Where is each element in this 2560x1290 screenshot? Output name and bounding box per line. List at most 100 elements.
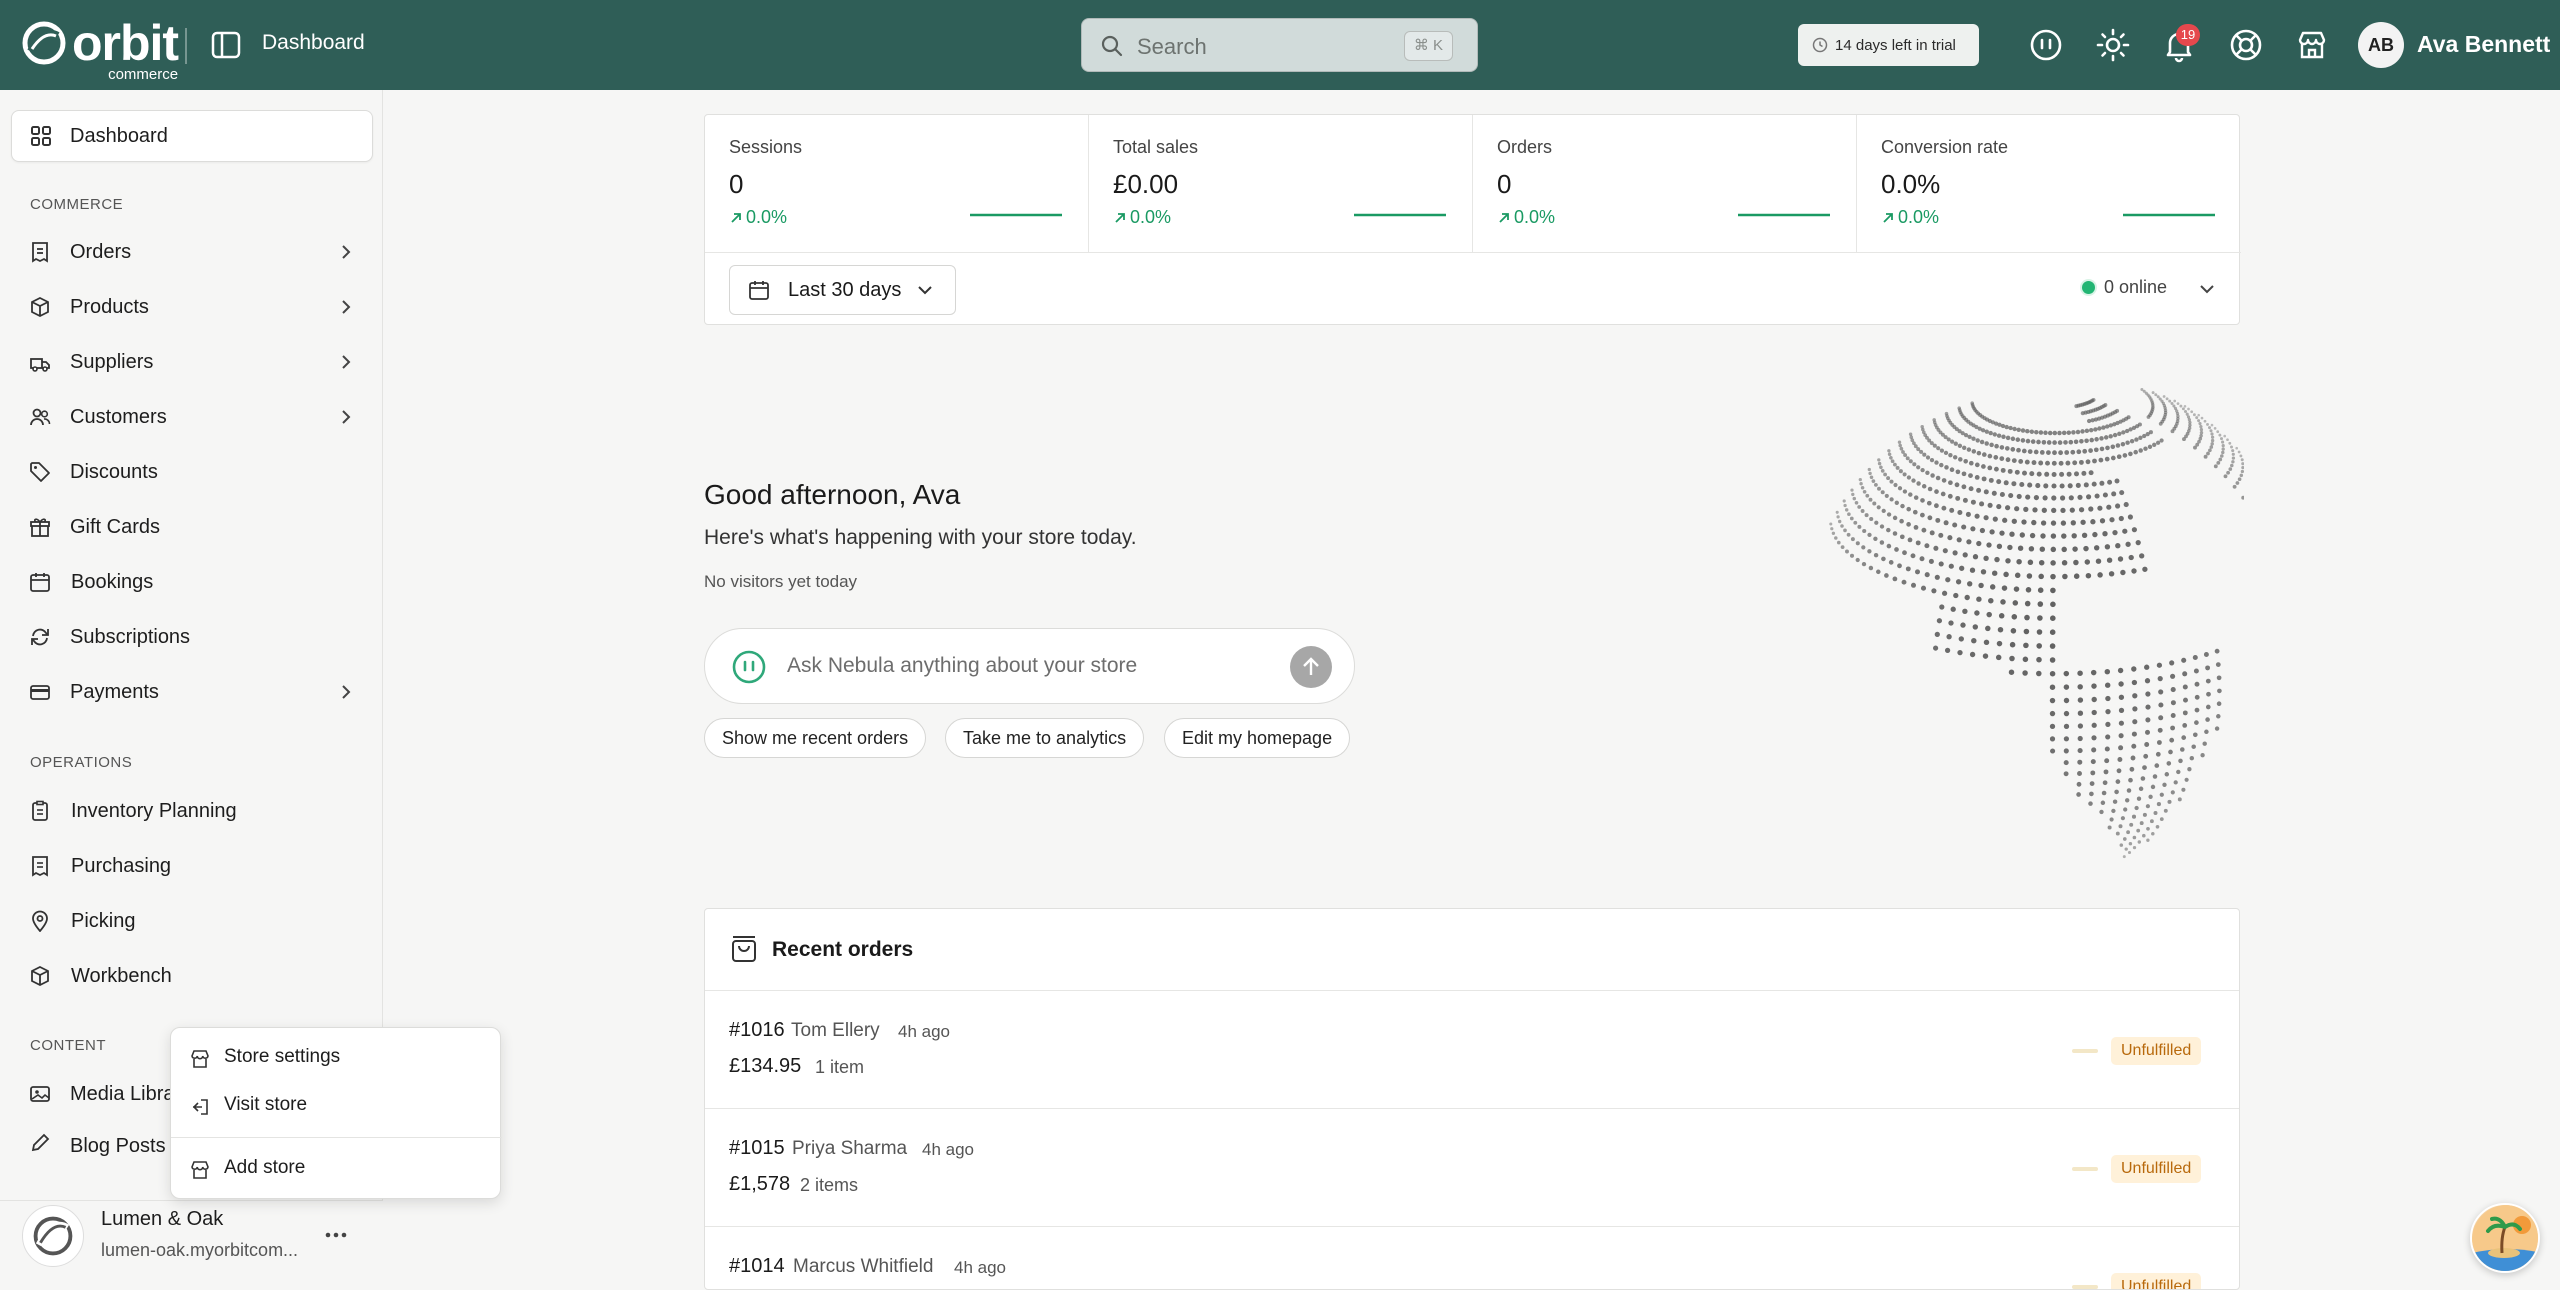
globe-dot bbox=[1844, 508, 1849, 512]
globe-dot bbox=[2118, 824, 2123, 829]
order-row[interactable]: #1015 Priya Sharma 4h ago £1,578 2 items… bbox=[705, 1108, 2239, 1226]
globe-dot bbox=[2147, 444, 2153, 449]
more-horizontal-icon[interactable] bbox=[322, 1224, 350, 1246]
globe-dot bbox=[2066, 430, 2072, 435]
suggestion-chip[interactable]: Take me to analytics bbox=[945, 718, 1145, 758]
sidebar-item-workbench[interactable]: Workbench bbox=[11, 950, 373, 1002]
section-label-commerce: COMMERCE bbox=[30, 196, 124, 213]
sidebar-item-inventory-planning[interactable]: Inventory Planning bbox=[11, 785, 373, 837]
sidebar-item-products[interactable]: Products bbox=[11, 281, 373, 333]
globe-dot bbox=[1967, 434, 1972, 440]
globe-dot bbox=[1850, 488, 1854, 492]
sidebar-item-dashboard[interactable]: Dashboard bbox=[11, 110, 373, 162]
refresh-icon bbox=[31, 628, 49, 646]
sidebar-item-payments[interactable]: Payments bbox=[11, 666, 373, 718]
store-icon[interactable] bbox=[2293, 26, 2331, 64]
globe-dot bbox=[2235, 446, 2239, 450]
globe-dot bbox=[2202, 741, 2207, 746]
sidebar-toggle-icon[interactable] bbox=[210, 30, 242, 60]
globe-dot bbox=[1873, 536, 1878, 541]
globe-dot bbox=[2090, 519, 2096, 525]
sidebar-item-customers[interactable]: Customers bbox=[11, 391, 373, 443]
sidebar-item-subscriptions[interactable]: Subscriptions bbox=[11, 611, 373, 663]
store-name: Lumen & Oak bbox=[101, 1208, 224, 1230]
order-row[interactable]: #1016 Tom Ellery 4h ago £134.95 1 item U… bbox=[705, 990, 2239, 1108]
sun-icon[interactable] bbox=[2094, 26, 2132, 64]
globe-dot bbox=[2131, 679, 2138, 686]
globe-dot bbox=[2050, 615, 2056, 621]
globe-dot bbox=[2230, 445, 2233, 449]
globe-dot bbox=[2020, 438, 2026, 443]
search-bar[interactable]: Search ⌘ K bbox=[1081, 18, 1478, 72]
globe-dot bbox=[2142, 765, 2147, 770]
globe-dot bbox=[1985, 625, 1991, 632]
order-row[interactable]: #1014 Marcus Whitfield 4h ago Unfulfille… bbox=[705, 1226, 2239, 1289]
globe-dot bbox=[2122, 528, 2128, 534]
globe-dot bbox=[1988, 597, 1994, 604]
globe-dot bbox=[2181, 657, 2187, 663]
ask-nebula-input[interactable]: Ask Nebula anything about your store bbox=[704, 628, 1355, 704]
store-logo[interactable] bbox=[22, 1205, 84, 1267]
globe-dot bbox=[2091, 481, 2097, 487]
trial-badge[interactable]: 14 days left in trial bbox=[1798, 24, 1979, 66]
stat-conversion-rate[interactable]: Conversion rate 0.0% 0.0% bbox=[1857, 115, 2241, 252]
sidebar-item-picking[interactable]: Picking bbox=[11, 895, 373, 947]
globe-dot bbox=[2216, 701, 2222, 706]
globe-dot bbox=[1879, 465, 1883, 470]
store-settings-item[interactable]: Store settings bbox=[171, 1034, 502, 1080]
globe-dot bbox=[2073, 573, 2080, 579]
dashboard-icon bbox=[31, 126, 51, 146]
stat-orders[interactable]: Orders 0 0.0% bbox=[1473, 115, 1857, 252]
globe-dot bbox=[1867, 532, 1872, 538]
island-icon bbox=[2472, 1205, 2538, 1271]
globe-dot bbox=[1907, 537, 1913, 543]
sidebar-item-label: Gift Cards bbox=[70, 515, 161, 538]
globe-dot bbox=[2078, 459, 2084, 465]
globe-dot bbox=[2057, 430, 2062, 436]
globe-dot bbox=[2239, 473, 2244, 478]
help-icon[interactable] bbox=[2227, 26, 2265, 64]
globe-dot bbox=[2063, 736, 2070, 742]
globe-dot bbox=[1970, 526, 1976, 532]
globe-dot bbox=[2059, 483, 2065, 489]
sidebar-item-discounts[interactable]: Discounts bbox=[11, 446, 373, 498]
online-indicator[interactable]: 0 online bbox=[2082, 277, 2167, 298]
suggestion-chip[interactable]: Show me recent orders bbox=[704, 718, 927, 758]
user-name[interactable]: Ava Bennett bbox=[2417, 31, 2550, 58]
globe-dot bbox=[1906, 522, 1911, 527]
globe-dot bbox=[2024, 459, 2030, 465]
globe-dot bbox=[2012, 600, 2019, 606]
sidebar-item-purchasing[interactable]: Purchasing bbox=[11, 840, 373, 892]
add-store-item[interactable]: Add store bbox=[171, 1145, 502, 1191]
globe-dot bbox=[2143, 753, 2149, 759]
suggestion-chip[interactable]: Edit my homepage bbox=[1164, 718, 1351, 758]
sidebar-item-suppliers[interactable]: Suppliers bbox=[11, 336, 373, 388]
globe-dot bbox=[2071, 533, 2077, 539]
arrow-up-right-icon bbox=[1883, 212, 1893, 223]
sidebar-item-label: Blog Posts bbox=[70, 1135, 166, 1157]
globe-dot bbox=[2038, 573, 2044, 580]
chevron-down-icon[interactable] bbox=[2199, 283, 2215, 295]
globe-dot bbox=[2085, 459, 2091, 465]
stat-sessions[interactable]: Sessions 0 0.0% bbox=[705, 115, 1089, 252]
sidebar-item-gift-cards[interactable]: Gift Cards bbox=[11, 501, 373, 553]
globe-dot bbox=[1996, 504, 2002, 510]
avatar[interactable]: AB bbox=[2358, 22, 2404, 68]
globe-dot bbox=[2125, 541, 2131, 547]
stat-total-sales[interactable]: Total sales £0.00 0.0% bbox=[1089, 115, 1473, 252]
sparkline bbox=[2123, 213, 2215, 217]
nebula-icon[interactable] bbox=[2027, 26, 2065, 64]
date-range-button[interactable]: Last 30 days bbox=[729, 265, 956, 315]
globe-dot bbox=[1984, 429, 1989, 434]
visit-store-item[interactable]: Visit store bbox=[171, 1082, 502, 1128]
globe-dot bbox=[2116, 454, 2122, 460]
send-button[interactable] bbox=[1290, 646, 1332, 688]
globe-dot bbox=[1858, 477, 1862, 482]
globe-dot bbox=[2016, 447, 2021, 453]
globe-dot bbox=[2001, 434, 2006, 440]
sidebar-item-orders[interactable]: Orders bbox=[11, 226, 373, 278]
globe-dot bbox=[2127, 514, 2133, 520]
orbit-logo[interactable]: orbit commerce bbox=[22, 18, 179, 82]
assistant-fab[interactable] bbox=[2470, 1203, 2540, 1273]
sidebar-item-bookings[interactable]: Bookings bbox=[11, 556, 373, 608]
